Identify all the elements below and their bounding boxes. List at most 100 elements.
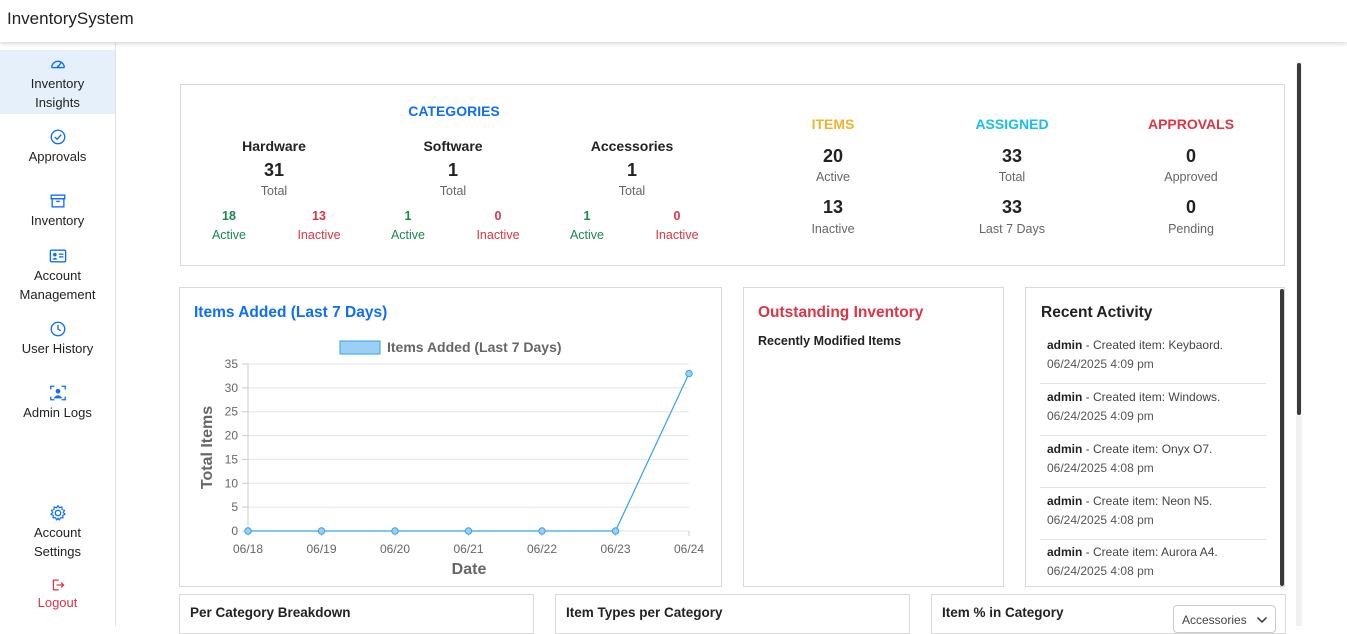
y-tick-label: 30 bbox=[225, 381, 239, 395]
y-tick-label: 0 bbox=[231, 524, 238, 538]
sidebar-item-account-settings[interactable]: Account Settings bbox=[0, 504, 115, 564]
id-card-icon bbox=[49, 249, 66, 263]
activity-user: admin bbox=[1047, 338, 1083, 352]
item-percent-title: Item % in Category bbox=[942, 605, 1064, 620]
activity-scrollbar[interactable] bbox=[1280, 289, 1284, 586]
logout-label: Logout bbox=[37, 595, 78, 610]
user-scan-icon bbox=[49, 385, 66, 401]
x-tick-label: 06/24 bbox=[674, 542, 704, 556]
activity-time: 06/24/2025 4:08 pm bbox=[1047, 564, 1154, 578]
category-inactive-label: Inactive bbox=[297, 228, 341, 242]
top-bar: InventorySystem bbox=[0, 0, 1347, 42]
x-tick-label: 06/23 bbox=[600, 542, 630, 556]
x-axis-label: Date bbox=[452, 561, 487, 578]
category-total: 1 bbox=[447, 160, 458, 180]
item-types-card: Item Types per Category bbox=[555, 594, 910, 634]
sidebar-item-approvals[interactable]: Approvals bbox=[0, 128, 115, 168]
x-tick-label: 06/22 bbox=[527, 542, 557, 556]
categories-title: CATEGORIES bbox=[408, 103, 500, 119]
category-select[interactable]: Accessories bbox=[1173, 605, 1276, 633]
legend-swatch bbox=[339, 340, 381, 355]
y-tick-label: 5 bbox=[231, 500, 238, 514]
category-select-value: Accessories bbox=[1182, 613, 1247, 627]
approvals-approved-count: 0 bbox=[1185, 146, 1196, 166]
approvals-title: APPROVALS bbox=[1147, 116, 1235, 132]
sidebar-item-inventory[interactable]: Inventory bbox=[0, 192, 115, 232]
data-point bbox=[611, 527, 620, 535]
activity-item: admin - Created item: Keybaord. 06/24/20… bbox=[1040, 332, 1266, 384]
sidebar: Inventory Insights Approvals Inventory A… bbox=[0, 42, 116, 626]
items-active-count: 20 bbox=[822, 146, 844, 166]
sidebar-item-admin-logs[interactable]: Admin Logs bbox=[0, 384, 115, 424]
activity-user: admin bbox=[1047, 545, 1083, 559]
category-total: 1 bbox=[626, 160, 637, 180]
archive-box-icon bbox=[50, 194, 65, 208]
activity-user: admin bbox=[1047, 390, 1083, 404]
activity-action: - Create item: Neon N5. bbox=[1082, 494, 1213, 508]
category-active-label: Active bbox=[211, 228, 247, 242]
category-name: Software bbox=[423, 138, 483, 154]
data-point bbox=[464, 527, 473, 535]
category-active-label: Active bbox=[569, 228, 605, 242]
sidebar-item-label: Insights bbox=[35, 95, 80, 110]
category-active-count: 18 bbox=[222, 209, 236, 223]
item-types-title: Item Types per Category bbox=[566, 605, 723, 620]
items-inactive-label: Inactive bbox=[811, 222, 855, 236]
recent-activity-card: Recent Activity admin - Created item: Ke… bbox=[1025, 287, 1285, 587]
sidebar-item-label: Admin Logs bbox=[23, 405, 92, 420]
assigned-title: ASSIGNED bbox=[975, 116, 1049, 132]
y-tick-label: 10 bbox=[225, 476, 239, 490]
activity-action: - Created item: Windows. bbox=[1082, 390, 1221, 404]
x-tick-label: 06/20 bbox=[380, 542, 410, 556]
page-scrollbar-thumb[interactable] bbox=[1297, 63, 1301, 415]
assigned-last7-count: 33 bbox=[1001, 197, 1023, 217]
category-inactive-label: Inactive bbox=[476, 228, 520, 242]
sidebar-item-account-management[interactable]: Account Management bbox=[0, 247, 115, 307]
items-title: ITEMS bbox=[811, 116, 855, 132]
app-title[interactable]: InventorySystem bbox=[7, 9, 134, 29]
per-category-breakdown-card: Per Category Breakdown bbox=[179, 594, 534, 634]
speedometer-icon bbox=[50, 60, 65, 69]
x-tick-label: 06/19 bbox=[306, 542, 336, 556]
logout-icon bbox=[52, 579, 64, 591]
activity-time: 06/24/2025 4:09 pm bbox=[1047, 357, 1154, 371]
logout-button[interactable]: Logout bbox=[0, 578, 115, 618]
category-total-label: Total bbox=[439, 184, 467, 198]
category-name: Accessories bbox=[590, 138, 674, 154]
assigned-total-label: Total bbox=[998, 170, 1026, 184]
sidebar-item-inventory-insights[interactable]: Inventory Insights bbox=[0, 50, 115, 114]
category-inactive-count: 13 bbox=[312, 209, 326, 223]
category-inactive-count: 0 bbox=[673, 209, 681, 223]
chevron-down-icon bbox=[1256, 616, 1268, 624]
sidebar-item-label: Approvals bbox=[28, 149, 87, 164]
category-active-count: 1 bbox=[404, 209, 412, 223]
y-tick-label: 20 bbox=[225, 429, 239, 443]
sidebar-item-label: Settings bbox=[34, 544, 81, 559]
check-circle-icon bbox=[50, 129, 65, 145]
assigned-last7-label: Last 7 Days bbox=[978, 222, 1045, 236]
sidebar-item-label: Account bbox=[34, 525, 81, 540]
clock-icon bbox=[50, 321, 65, 337]
activity-time: 06/24/2025 4:09 pm bbox=[1047, 409, 1154, 423]
category-total-label: Total bbox=[618, 184, 646, 198]
activity-item: admin - Created item: Windows. 06/24/202… bbox=[1040, 384, 1266, 436]
items-added-chart: Items Added (Last 7 Days) 0 5 10 15 20 25 30 35 0… bbox=[199, 339, 704, 578]
activity-user: admin bbox=[1047, 442, 1083, 456]
outstanding-inventory-title: Outstanding Inventory bbox=[758, 304, 924, 321]
x-tick-label: 06/21 bbox=[453, 542, 483, 556]
approvals-pending-label: Pending bbox=[1168, 222, 1214, 236]
data-point bbox=[244, 527, 252, 535]
category-inactive-label: Inactive bbox=[655, 228, 699, 242]
recent-activity-title: Recent Activity bbox=[1041, 304, 1153, 321]
category-inactive-count: 0 bbox=[494, 209, 502, 223]
data-point bbox=[685, 369, 693, 378]
sidebar-item-label: Account bbox=[34, 268, 81, 283]
category-active-count: 1 bbox=[583, 209, 591, 223]
activity-time: 06/24/2025 4:08 pm bbox=[1047, 513, 1154, 527]
category-total-label: Total bbox=[260, 184, 288, 198]
sidebar-item-user-history[interactable]: User History bbox=[0, 320, 115, 360]
items-active-label: Active bbox=[815, 170, 851, 184]
assigned-total-count: 33 bbox=[1001, 146, 1023, 166]
activity-item: admin - Create item: Aurora A4. 06/24/20… bbox=[1040, 539, 1266, 586]
approvals-pending-count: 0 bbox=[1185, 197, 1196, 217]
